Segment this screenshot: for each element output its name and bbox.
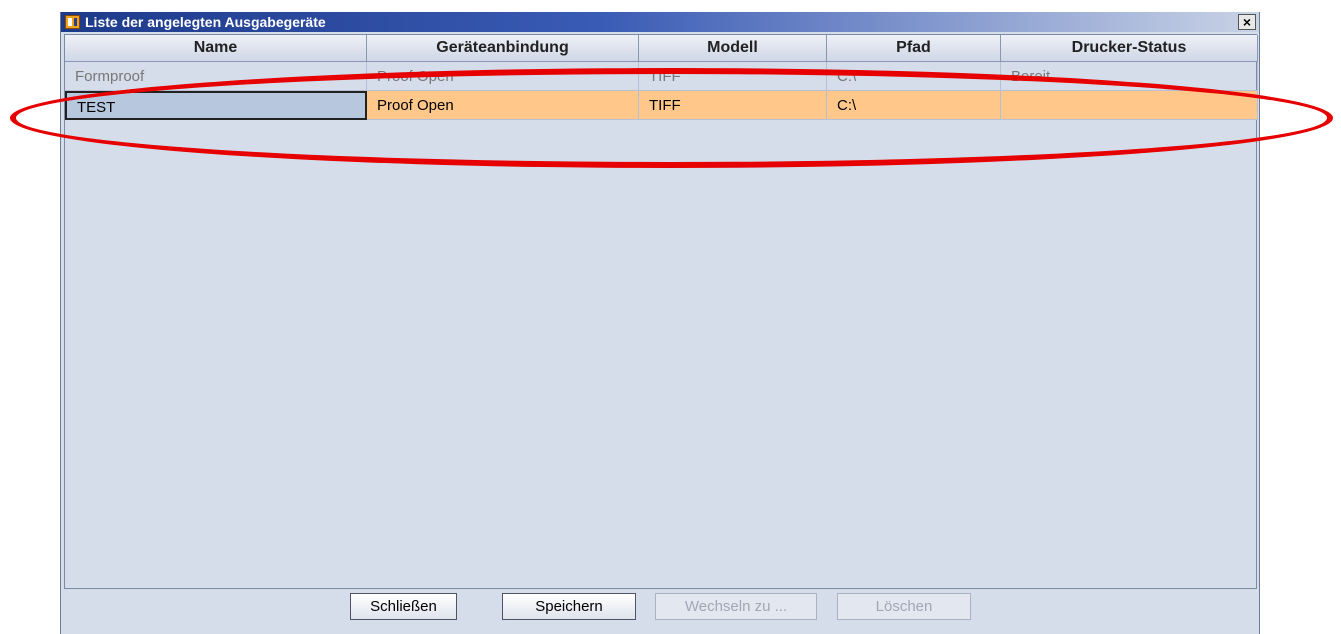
cell-printer-status[interactable]: Bereit bbox=[1001, 62, 1258, 91]
close-button[interactable]: Schließen bbox=[350, 593, 457, 620]
table-header: Name Geräteanbindung Modell Pfad Drucker… bbox=[65, 35, 1258, 62]
column-header-path[interactable]: Pfad bbox=[827, 35, 1001, 62]
cell-path[interactable]: C:\ bbox=[827, 62, 1001, 91]
cell-connection[interactable]: Proof Open bbox=[367, 62, 639, 91]
column-header-model[interactable]: Modell bbox=[639, 35, 827, 62]
button-bar: Schließen Speichern Wechseln zu ... Lösc… bbox=[61, 590, 1259, 634]
cell-printer-status[interactable] bbox=[1001, 91, 1258, 120]
save-button[interactable]: Speichern bbox=[502, 593, 636, 620]
app-logo-icon bbox=[65, 15, 80, 29]
table-row[interactable]: Formproof Proof Open TIFF C:\ Bereit bbox=[65, 62, 1258, 91]
cell-model[interactable]: TIFF bbox=[639, 62, 827, 91]
cell-path[interactable]: C:\ bbox=[827, 91, 1001, 120]
table-row-selected[interactable]: TEST Proof Open TIFF C:\ bbox=[65, 91, 1258, 120]
device-list-window: Liste der angelegten Ausgabegeräte × Nam… bbox=[60, 12, 1260, 634]
delete-button[interactable]: Löschen bbox=[837, 593, 971, 620]
switch-to-button[interactable]: Wechseln zu ... bbox=[655, 593, 817, 620]
device-table: Name Geräteanbindung Modell Pfad Drucker… bbox=[64, 34, 1258, 589]
column-header-printer-status[interactable]: Drucker-Status bbox=[1001, 35, 1258, 62]
cell-model[interactable]: TIFF bbox=[639, 91, 827, 120]
column-header-name[interactable]: Name bbox=[65, 35, 367, 62]
cell-connection[interactable]: Proof Open bbox=[367, 91, 639, 120]
window-title: Liste der angelegten Ausgabegeräte bbox=[85, 14, 326, 30]
title-bar: Liste der angelegten Ausgabegeräte × bbox=[61, 12, 1259, 32]
close-icon[interactable]: × bbox=[1238, 14, 1256, 30]
cell-name[interactable]: Formproof bbox=[65, 62, 367, 91]
cell-name-editing[interactable]: TEST bbox=[65, 91, 367, 120]
column-header-connection[interactable]: Geräteanbindung bbox=[367, 35, 639, 62]
